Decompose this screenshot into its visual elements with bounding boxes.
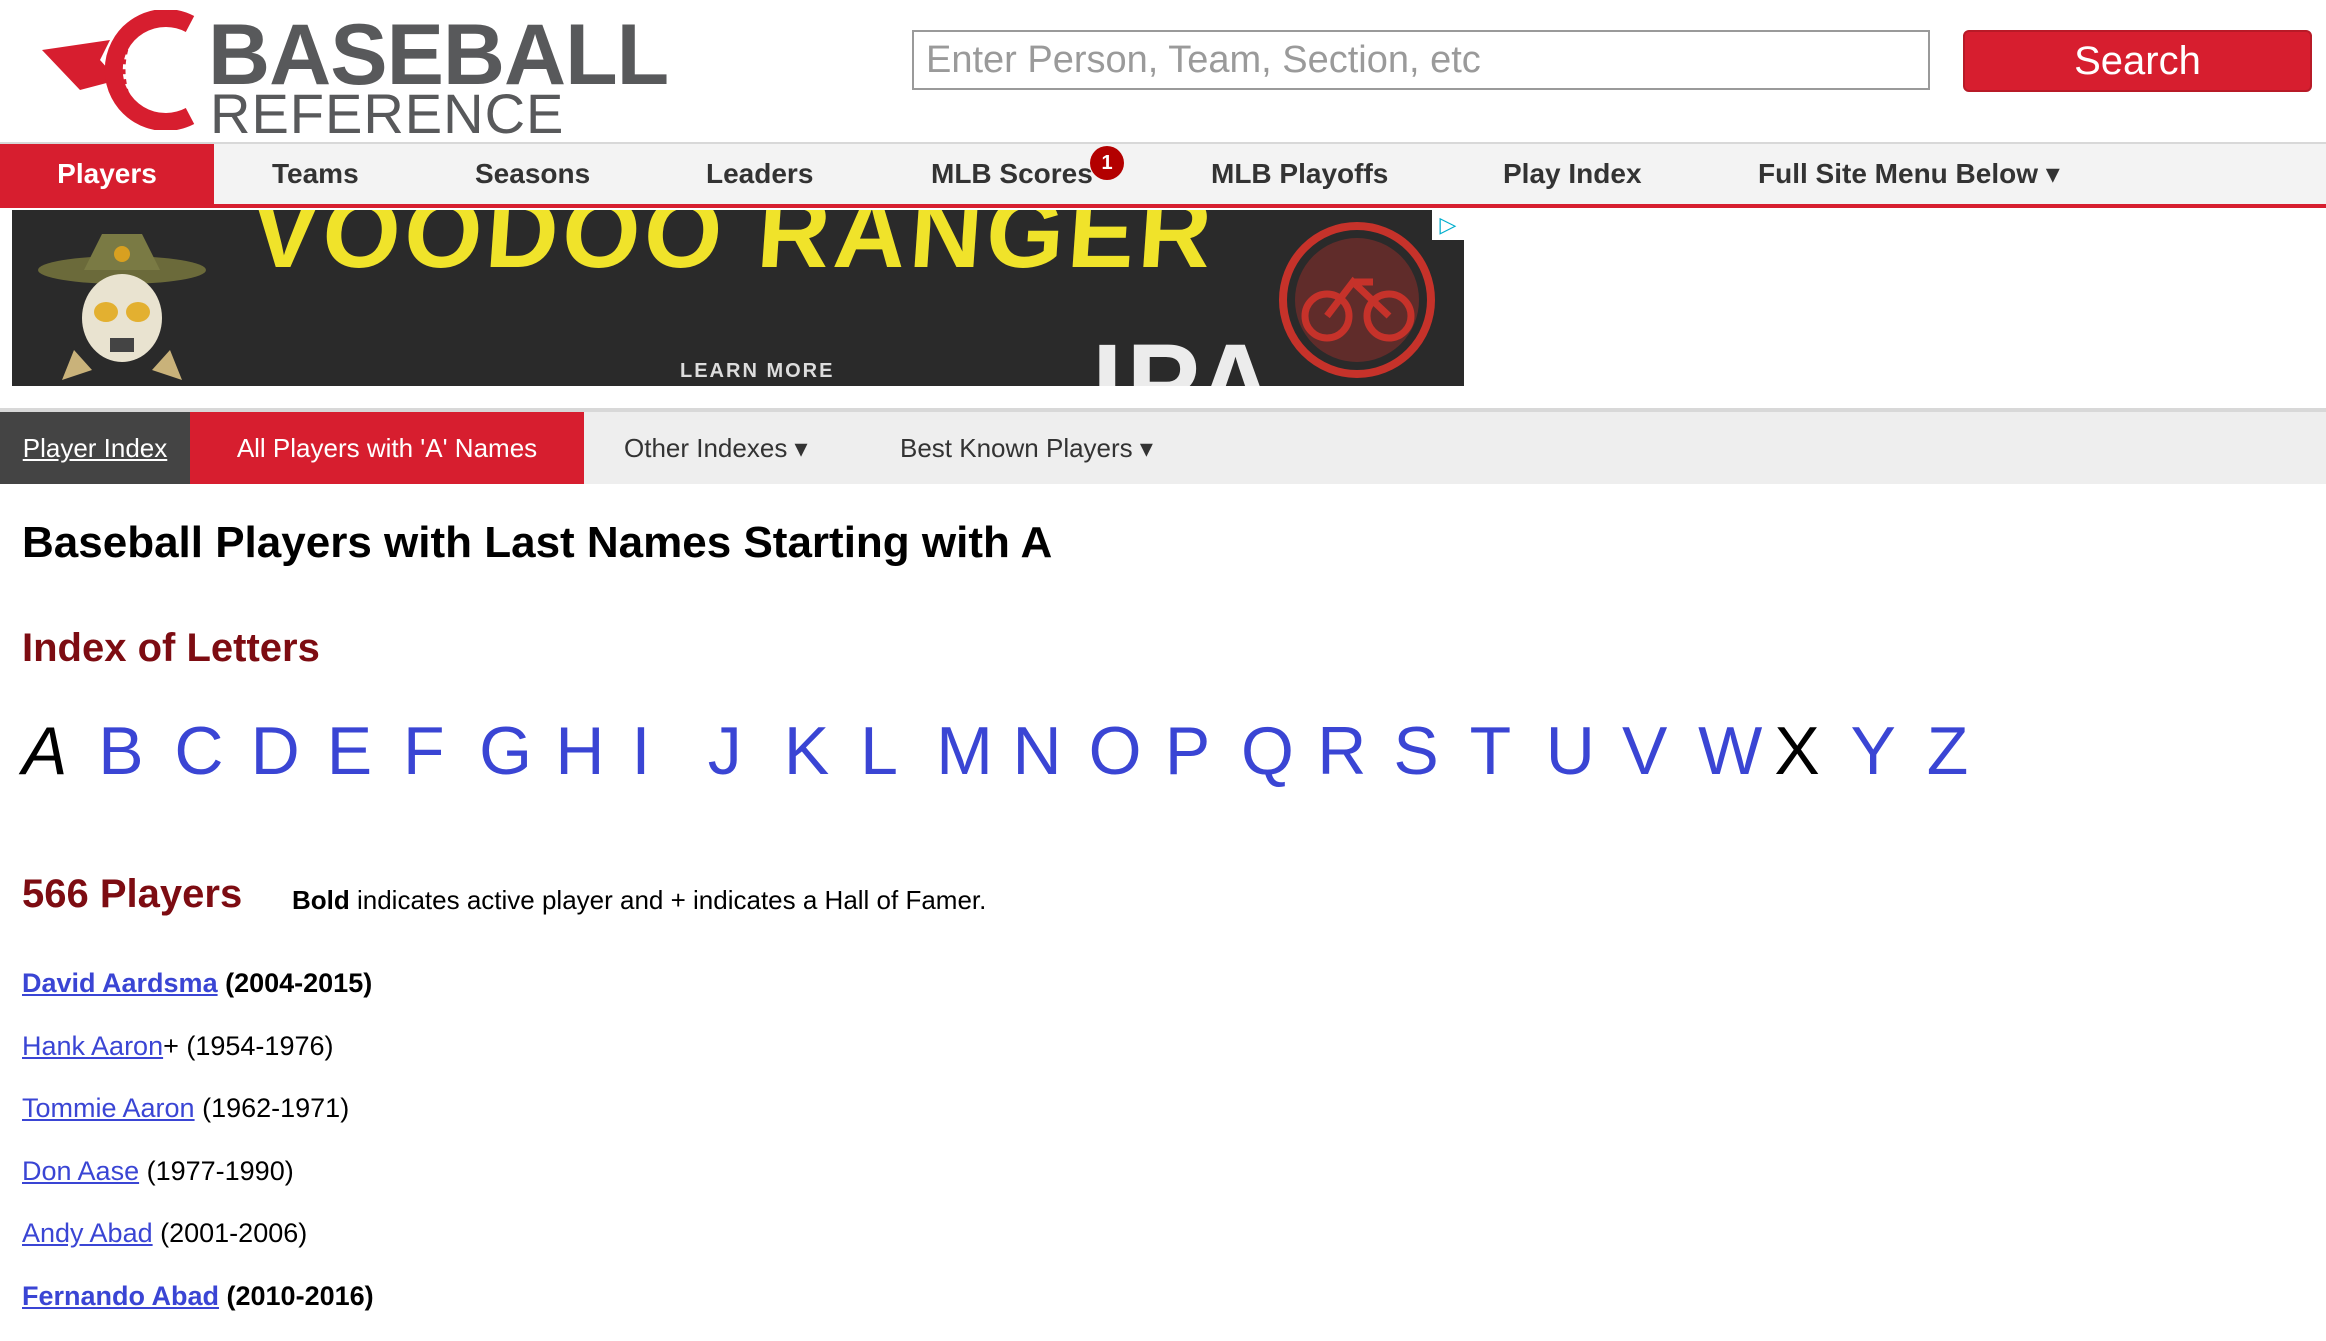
player-link[interactable]: Fernando Abad — [22, 1281, 219, 1311]
letter-link[interactable]: Y — [1851, 712, 1927, 790]
player-list: David Aardsma (2004-2015) Hank Aaron+ (1… — [22, 966, 374, 1341]
search-input[interactable] — [912, 30, 1930, 90]
player-link[interactable]: Tommie Aaron — [22, 1093, 195, 1123]
list-item: Fernando Abad (2010-2016) — [22, 1279, 374, 1341]
letter-link[interactable]: H — [555, 712, 631, 790]
player-link[interactable]: David Aardsma — [22, 968, 218, 998]
letter-index: ABCDEFGHIJKLMNOPQRSTUVWXYZ — [22, 712, 2003, 784]
letter-link[interactable]: F — [403, 712, 479, 790]
letter-link[interactable]: E — [327, 712, 403, 790]
player-years: (2001-2006) — [153, 1218, 308, 1248]
sub-nav: Player Index All Players with 'A' Names … — [0, 412, 2326, 484]
letters-heading: Index of Letters — [22, 626, 320, 671]
letter-link[interactable]: R — [1317, 712, 1393, 790]
site-header: BASEBALL REFERENCE Search — [0, 0, 2326, 142]
letter-link[interactable]: Z — [1927, 712, 2003, 790]
letter-link[interactable]: D — [251, 712, 327, 790]
player-count-heading: 566 Players — [22, 872, 242, 917]
letter-link[interactable]: O — [1089, 712, 1165, 790]
player-link[interactable]: Don Aase — [22, 1156, 139, 1186]
letter-link[interactable]: S — [1393, 712, 1469, 790]
letter-link[interactable]: V — [1622, 712, 1698, 790]
nav-item-seasons[interactable]: Seasons — [475, 144, 590, 204]
legend-text: indicates active player and + indicates … — [350, 885, 987, 915]
player-years: (1962-1971) — [195, 1093, 350, 1123]
player-years: (2004-2015) — [218, 968, 373, 998]
hof-marker: + — [163, 1031, 179, 1061]
letter-link[interactable]: J — [708, 712, 784, 790]
player-link[interactable]: Andy Abad — [22, 1218, 153, 1248]
nav-item-leaders[interactable]: Leaders — [706, 144, 813, 204]
subnav-other-indexes[interactable]: Other Indexes ▾ — [624, 412, 808, 484]
scores-notification-badge: 1 — [1090, 146, 1124, 180]
search-button[interactable]: Search — [1963, 30, 2312, 92]
page-title: Baseball Players with Last Names Startin… — [22, 518, 1052, 568]
bicycle-badge-icon — [1277, 220, 1437, 380]
advertisement-banner[interactable]: VOODOO RANGER LEARN MORE IPA ▷ — [12, 210, 1464, 386]
letter-link[interactable]: Q — [1241, 712, 1317, 790]
letter-link[interactable]: K — [784, 712, 860, 790]
list-item: Tommie Aaron (1962-1971) — [22, 1091, 374, 1154]
player-link[interactable]: Hank Aaron — [22, 1031, 163, 1061]
letter-link[interactable]: T — [1470, 712, 1546, 790]
letter-link[interactable]: P — [1165, 712, 1241, 790]
letter-link[interactable]: M — [936, 712, 1012, 790]
subnav-all-players-a[interactable]: All Players with 'A' Names — [190, 412, 584, 484]
letter-link[interactable]: N — [1012, 712, 1088, 790]
nav-item-players[interactable]: Players — [0, 144, 214, 204]
player-years: (1977-1990) — [139, 1156, 294, 1186]
legend-bold-word: Bold — [292, 885, 350, 915]
letter-link[interactable]: C — [174, 712, 250, 790]
letter-link[interactable]: I — [632, 712, 708, 790]
nav-item-full-site-menu[interactable]: Full Site Menu Below ▾ — [1758, 144, 2060, 204]
ad-headline: VOODOO RANGER — [248, 210, 1219, 291]
baseball-logo-icon — [40, 10, 210, 130]
main-nav: Players Teams Seasons Leaders MLB Scores… — [0, 142, 2326, 208]
letter-link[interactable]: G — [479, 712, 555, 790]
letter-link[interactable]: L — [860, 712, 936, 790]
list-item: David Aardsma (2004-2015) — [22, 966, 374, 1029]
ad-product-text: IPA — [1092, 320, 1279, 386]
subnav-player-index[interactable]: Player Index — [0, 412, 190, 484]
list-item: Don Aase (1977-1990) — [22, 1154, 374, 1217]
letter-link[interactable]: W — [1698, 712, 1774, 790]
list-item: Hank Aaron+ (1954-1976) — [22, 1029, 374, 1092]
logo-text-reference: REFERENCE — [210, 86, 564, 142]
ranger-skull-mascot-icon — [32, 230, 212, 380]
site-logo[interactable]: BASEBALL REFERENCE — [40, 10, 680, 130]
letter-link[interactable]: B — [98, 712, 174, 790]
player-years: (2010-2016) — [219, 1281, 374, 1311]
ad-choices-icon[interactable]: ▷ — [1432, 210, 1464, 240]
nav-item-play-index[interactable]: Play Index — [1503, 144, 1642, 204]
letter-link[interactable]: U — [1546, 712, 1622, 790]
nav-item-mlb-playoffs[interactable]: MLB Playoffs — [1211, 144, 1388, 204]
nav-item-mlb-scores[interactable]: MLB Scores — [931, 144, 1093, 204]
letter-current: A — [22, 712, 98, 790]
nav-item-teams[interactable]: Teams — [272, 144, 359, 204]
player-years: (1954-1976) — [179, 1031, 334, 1061]
subnav-best-known-players[interactable]: Best Known Players ▾ — [900, 412, 1153, 484]
letter-no-link: X — [1774, 712, 1850, 790]
ad-learn-more[interactable]: LEARN MORE — [680, 360, 834, 383]
legend-note: Bold indicates active player and + indic… — [292, 885, 986, 916]
list-item: Andy Abad (2001-2006) — [22, 1216, 374, 1279]
